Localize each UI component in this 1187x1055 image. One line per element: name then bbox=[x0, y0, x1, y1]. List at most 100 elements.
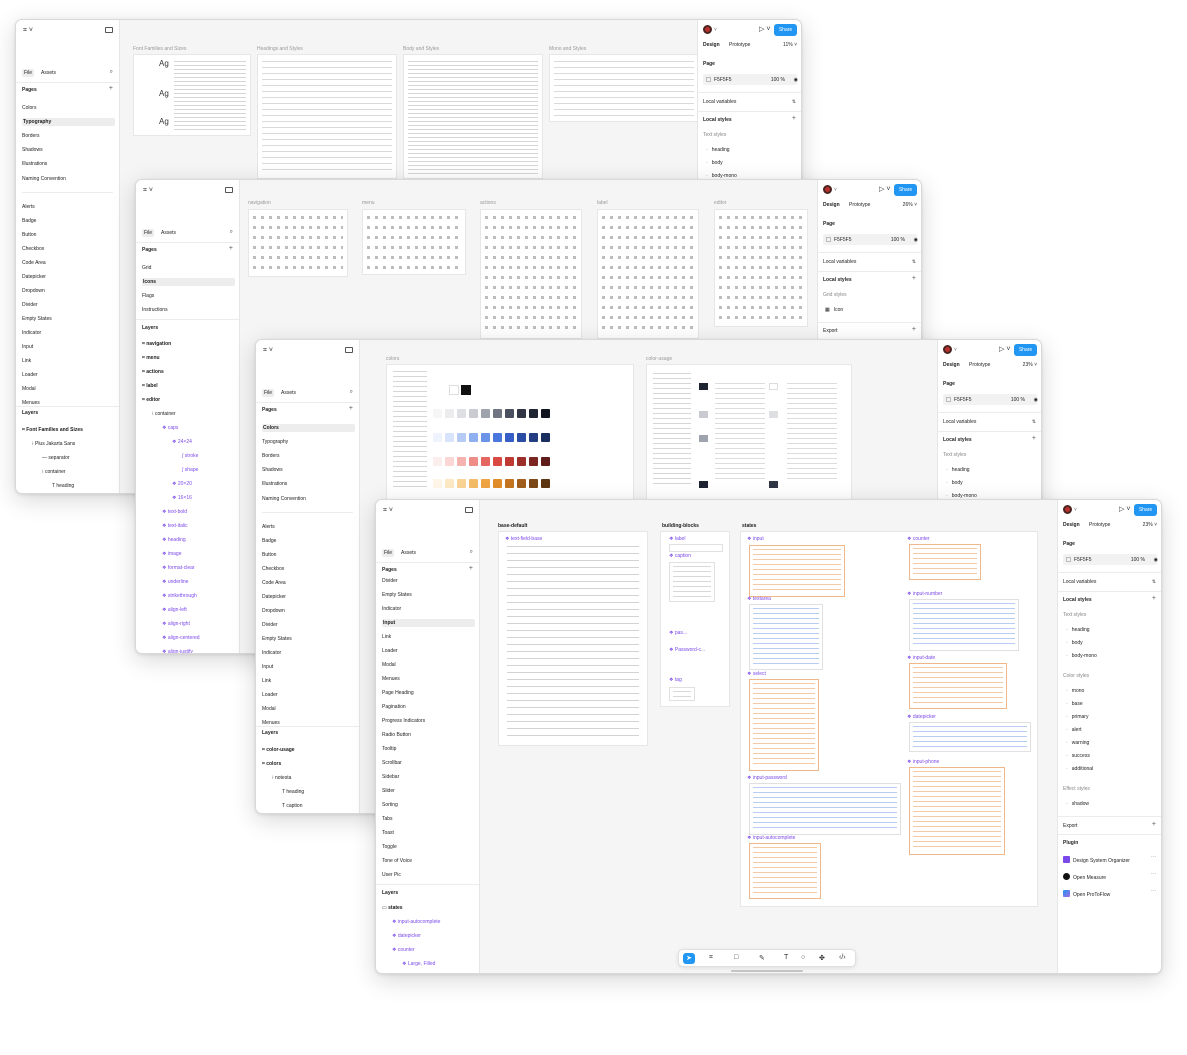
page-item[interactable]: Code Area bbox=[22, 259, 115, 267]
plugin-item[interactable]: Open ProToFlow bbox=[1063, 890, 1157, 898]
page-item[interactable]: Modal bbox=[382, 661, 475, 669]
search-icon[interactable]: ⌕ bbox=[470, 549, 473, 556]
tab-file[interactable]: File bbox=[382, 549, 395, 557]
style-item[interactable]: success bbox=[1063, 753, 1157, 759]
add-page-icon[interactable]: + bbox=[109, 85, 113, 92]
share-button[interactable]: Share bbox=[1134, 504, 1157, 516]
tab-design[interactable]: Design bbox=[703, 42, 720, 48]
tab-design[interactable]: Design bbox=[943, 362, 960, 368]
eye-icon[interactable]: ◉ bbox=[794, 77, 798, 83]
page-item[interactable]: Indicator bbox=[382, 605, 475, 613]
horizontal-scrollbar[interactable] bbox=[731, 970, 803, 972]
chevron-down-icon[interactable]: ˅ bbox=[1074, 507, 1077, 513]
layer-item[interactable]: ❖ strikethrough bbox=[142, 592, 235, 600]
page-item[interactable]: Tooltip bbox=[382, 745, 475, 753]
frame[interactable] bbox=[549, 54, 697, 122]
layer-item[interactable]: T heading bbox=[22, 482, 115, 490]
page-item[interactable]: Input bbox=[262, 663, 355, 671]
page-item[interactable]: Divider bbox=[22, 301, 115, 309]
layer-item[interactable]: ❖ caps bbox=[142, 424, 235, 432]
layer-item[interactable]: ⌗ menu bbox=[142, 354, 235, 362]
page-item[interactable]: Empty States bbox=[382, 591, 475, 599]
tab-file[interactable]: File bbox=[262, 389, 275, 397]
page-item[interactable]: Loader bbox=[262, 691, 355, 699]
layer-item[interactable]: ⁝ container bbox=[142, 410, 235, 418]
page-item[interactable]: Naming Convention bbox=[262, 495, 355, 503]
avatar[interactable] bbox=[1063, 505, 1072, 514]
page-item[interactable]: Sidebar bbox=[382, 773, 475, 781]
grid-style-item[interactable]: ▦ Icon bbox=[823, 307, 917, 313]
pen-tool-icon[interactable]: ✎ bbox=[759, 954, 765, 962]
style-item[interactable]: body-mono bbox=[1063, 653, 1157, 659]
layer-item[interactable]: ⁝ notesta bbox=[262, 774, 355, 782]
page-item[interactable]: Empty States bbox=[22, 315, 115, 323]
page-item[interactable]: Input bbox=[22, 343, 115, 351]
style-item[interactable]: alert bbox=[1063, 727, 1157, 733]
page-item[interactable]: Code Area bbox=[262, 579, 355, 587]
page-item[interactable]: Datepicker bbox=[262, 593, 355, 601]
style-item[interactable]: primary bbox=[1063, 714, 1157, 720]
search-icon[interactable]: ⌕ bbox=[110, 69, 113, 76]
frame[interactable] bbox=[646, 364, 852, 500]
layer-item[interactable]: ❖ underline bbox=[142, 578, 235, 586]
layer-item[interactable]: ❖ text-italic bbox=[142, 522, 235, 530]
main-menu-button[interactable]: ⌗ ˅ bbox=[263, 347, 273, 355]
page-item[interactable]: Alerts bbox=[22, 203, 115, 211]
layer-item[interactable]: ❖ input-autocomplete bbox=[382, 918, 475, 926]
frame[interactable]: Ag Ag Ag bbox=[133, 54, 251, 136]
variables-icon[interactable]: ⇅ bbox=[1032, 419, 1036, 425]
style-item[interactable]: heading bbox=[1063, 627, 1157, 633]
page-item[interactable]: Borders bbox=[22, 132, 115, 140]
color-swatch[interactable] bbox=[826, 237, 831, 242]
layer-item[interactable]: ▭ states bbox=[382, 904, 475, 912]
main-menu-button[interactable]: ⌗ ˅ bbox=[23, 27, 33, 35]
frame[interactable] bbox=[714, 209, 808, 327]
page-item[interactable]: Borders bbox=[262, 452, 355, 460]
share-button[interactable]: Share bbox=[894, 184, 917, 196]
local-variables[interactable]: Local variables bbox=[823, 259, 917, 265]
page-item[interactable]: Input bbox=[382, 619, 475, 627]
page-item[interactable]: Slider bbox=[382, 787, 475, 795]
eye-icon[interactable]: ◉ bbox=[914, 237, 918, 243]
style-item[interactable]: mono bbox=[1063, 688, 1157, 694]
page-item[interactable]: Toggle bbox=[382, 843, 475, 851]
style-item[interactable]: shadow bbox=[1063, 801, 1157, 807]
page-item[interactable]: Scrollbar bbox=[382, 759, 475, 767]
frame[interactable] bbox=[362, 209, 466, 275]
chevron-down-icon[interactable]: ˅ bbox=[954, 347, 957, 353]
page-item[interactable]: Sorting bbox=[382, 801, 475, 809]
tab-design[interactable]: Design bbox=[823, 202, 840, 208]
dev-mode-icon[interactable]: ‹/› bbox=[839, 954, 846, 961]
page-item[interactable]: Illustrations bbox=[22, 160, 115, 168]
page-item[interactable]: Colors bbox=[22, 104, 115, 112]
page-item[interactable]: Flags bbox=[142, 292, 235, 300]
local-variables[interactable]: Local variables bbox=[1063, 579, 1157, 585]
comment-tool-icon[interactable]: ○ bbox=[801, 954, 805, 961]
variables-icon[interactable]: ⇅ bbox=[792, 99, 796, 105]
add-page-icon[interactable]: + bbox=[229, 245, 233, 252]
sidebar-toggle-icon[interactable] bbox=[345, 347, 353, 353]
avatar[interactable] bbox=[943, 345, 952, 354]
style-item[interactable]: body bbox=[703, 160, 797, 166]
page-item[interactable]: User Pic bbox=[382, 871, 475, 879]
style-item[interactable]: heading bbox=[703, 147, 797, 153]
tab-prototype[interactable]: Prototype bbox=[849, 202, 870, 208]
tab-assets[interactable]: Assets bbox=[41, 70, 56, 76]
color-swatch[interactable] bbox=[706, 77, 711, 82]
page-item[interactable]: Datepicker bbox=[22, 273, 115, 281]
page-item[interactable]: Empty States bbox=[262, 635, 355, 643]
add-style-icon[interactable]: + bbox=[1152, 595, 1156, 602]
page-item[interactable]: Checkbox bbox=[262, 565, 355, 573]
style-item[interactable]: heading bbox=[943, 467, 1037, 473]
chevron-down-icon[interactable]: ˅ bbox=[714, 27, 717, 33]
page-item[interactable]: Loader bbox=[22, 371, 115, 379]
main-menu-button[interactable]: ⌗ ˅ bbox=[383, 507, 393, 515]
page-item[interactable]: Page Heading bbox=[382, 689, 475, 697]
layer-item[interactable]: ⌗ navigation bbox=[142, 340, 235, 348]
search-icon[interactable]: ⌕ bbox=[230, 229, 233, 236]
tab-file[interactable]: File bbox=[142, 229, 155, 237]
add-page-icon[interactable]: + bbox=[469, 565, 473, 572]
more-icon[interactable]: ⋯ bbox=[1151, 888, 1156, 894]
layer-item[interactable]: ⁝ Plus Jakarta Sans bbox=[22, 440, 115, 448]
page-item[interactable]: Grid bbox=[142, 264, 235, 272]
